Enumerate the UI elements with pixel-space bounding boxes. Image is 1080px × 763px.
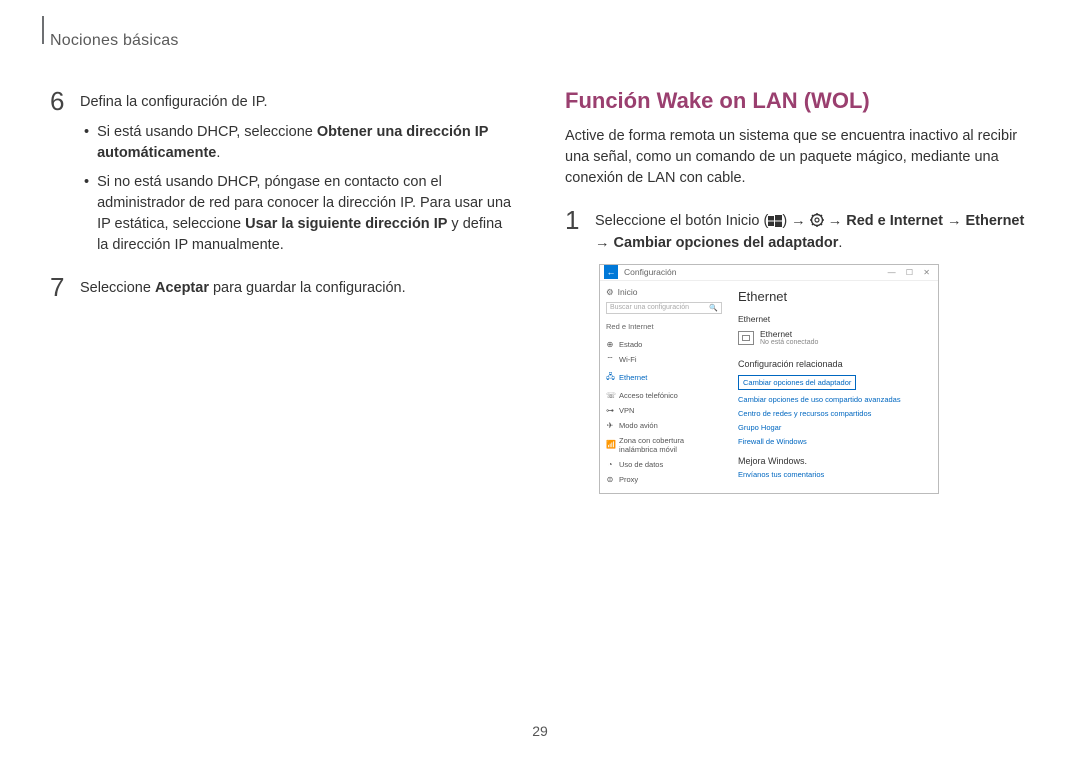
bullet-item: • Si está usando DHCP, seleccione Obtene… [84,122,515,164]
bullet-text: Si está usando DHCP, seleccione Obtener … [97,122,515,164]
datausage-icon: ◔ [606,460,614,469]
settings-gear-icon [810,213,824,233]
wifi-icon: ⌔ [606,355,614,365]
main-heading: Ethernet [738,289,928,304]
back-button-icon: ← [604,265,618,279]
adapter-state: No está conectado [760,339,818,347]
sidebar-item-modoavion: ✈Modo avión [606,418,722,433]
sidebar-item-proxy: ⊜Proxy [606,472,722,487]
ethernet-icon: 🖧 [606,371,614,385]
step-lead: Defina la configuración de IP. [80,92,515,112]
step-text: Seleccione el botón Inicio () → → Red e … [595,207,1030,254]
settings-sidebar: ⚙Inicio Buscar una configuración 🔍 Red e… [600,281,728,493]
link-firewall: Firewall de Windows [738,437,928,446]
section-title: Función Wake on LAN (WOL) [565,88,1030,114]
link-feedback: Envíanos tus comentarios [738,470,928,479]
sidebar-item-usodatos: ◔Uso de datos [606,457,722,472]
bullet-item: • Si no está usando DHCP, póngase en con… [84,172,515,256]
window-controls: — ☐ ✕ [888,268,934,277]
right-column: Función Wake on LAN (WOL) Active de form… [565,88,1030,494]
windows-settings-screenshot: ← Configuración — ☐ ✕ ⚙Inicio Buscar una… [599,264,939,494]
related-heading: Configuración relacionada [738,359,928,369]
link-advanced-sharing: Cambiar opciones de uso compartido avanz… [738,395,928,404]
sidebar-item-estado: ⊕Estado [606,337,722,352]
ethernet-adapter-card: Ethernet No está conectado [738,330,928,347]
bullet-text: Si no está usando DHCP, póngase en conta… [97,172,515,256]
link-homegroup: Grupo Hogar [738,423,928,432]
status-icon: ⊕ [606,340,614,349]
sidebar-item-vpn: ⊶VPN [606,403,722,418]
improve-heading: Mejora Windows. [738,456,928,466]
sidebar-item-ethernet: 🖧Ethernet [606,368,722,388]
sub-heading: Ethernet [738,314,928,324]
left-column: 6 Defina la configuración de IP. • Si es… [50,88,515,494]
link-network-center: Centro de redes y recursos compartidos [738,409,928,418]
page-number: 29 [532,723,548,739]
settings-main: Ethernet Ethernet Ethernet No está conec… [728,281,938,493]
hotspot-icon: 📶 [606,440,614,449]
bullet-dot: • [84,122,89,164]
ethernet-adapter-icon [738,331,754,345]
sidebar-item-wifi: ⌔Wi-Fi [606,352,722,368]
step-6: 6 Defina la configuración de IP. • Si es… [50,88,515,264]
section-intro: Active de forma remota un sistema que se… [565,126,1030,189]
step-1: 1 Seleccione el botón Inicio () → → Red … [565,207,1030,254]
dialup-icon: ☏ [606,391,614,400]
breadcrumb: Nociones básicas [50,32,1030,50]
header-rule [42,16,44,44]
link-change-adapter-options: Cambiar opciones del adaptador [738,375,856,390]
step-number: 7 [50,274,70,300]
sidebar-category: Red e Internet [606,322,722,331]
proxy-icon: ⊜ [606,475,614,484]
search-icon: 🔍 [709,304,718,312]
windows-start-icon [768,213,782,233]
vpn-icon: ⊶ [606,406,614,415]
search-placeholder: Buscar una configuración [610,304,689,311]
airplane-icon: ✈ [606,421,614,430]
settings-search: Buscar una configuración 🔍 [606,302,722,314]
gear-icon: ⚙ [606,287,614,298]
bullet-dot: • [84,172,89,256]
step-number: 6 [50,88,70,264]
sidebar-item-acceso: ☏Acceso telefónico [606,388,722,403]
step-7: 7 Seleccione Aceptar para guardar la con… [50,274,515,300]
win-titlebar: ← Configuración — ☐ ✕ [600,265,938,281]
sidebar-item-zona: 📶Zona con cobertura inalámbrica móvil [606,433,722,457]
step-text: Seleccione Aceptar para guardar la confi… [80,274,406,300]
step-number: 1 [565,207,585,254]
adapter-name: Ethernet [760,330,818,339]
sidebar-home: ⚙Inicio [606,287,722,298]
win-app-title: Configuración [624,267,888,277]
